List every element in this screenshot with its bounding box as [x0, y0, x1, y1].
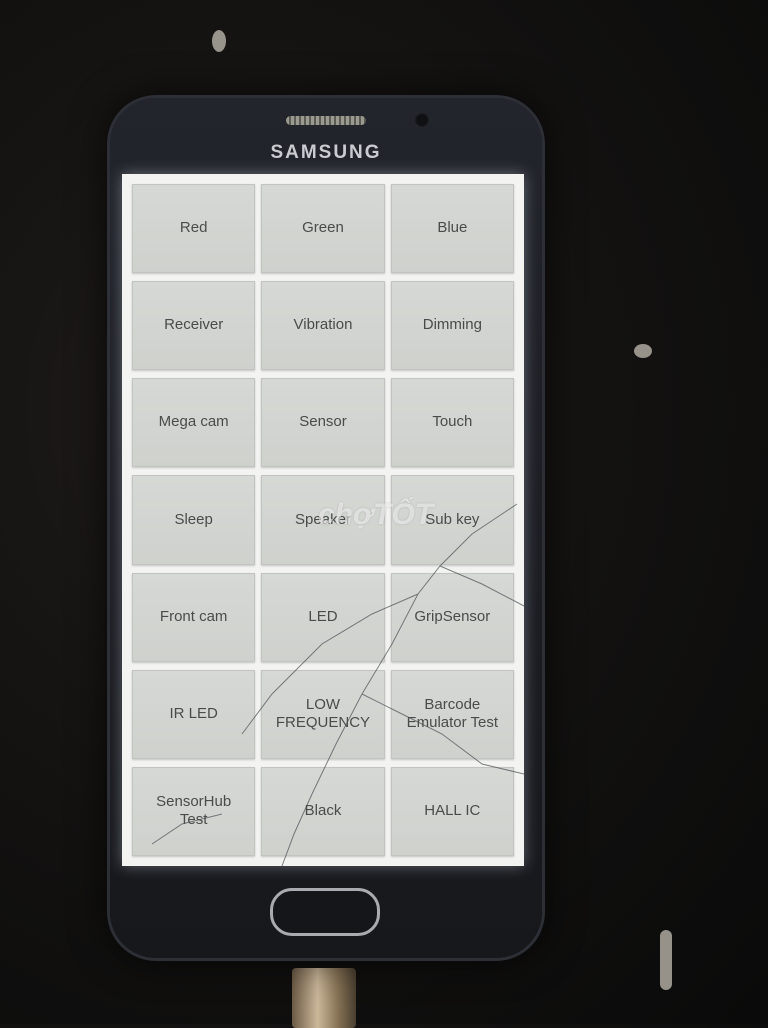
- touch-button[interactable]: Touch: [390, 378, 514, 468]
- receiver-button[interactable]: Receiver: [132, 281, 256, 371]
- led-button[interactable]: LED: [261, 572, 385, 662]
- black-button[interactable]: Black: [261, 766, 385, 856]
- mega-cam-button[interactable]: Mega cam: [132, 378, 256, 468]
- green-button[interactable]: Green: [261, 184, 385, 274]
- watermark: chợTỐT: [318, 498, 434, 531]
- brand-logo: SAMSUNG: [270, 142, 382, 163]
- phone-body: SAMSUNG Red Green Blue Receiver Vibratio…: [110, 98, 542, 958]
- sensor-button[interactable]: Sensor: [261, 378, 385, 468]
- hall-ic-button[interactable]: HALL IC: [390, 766, 514, 856]
- earpiece-speaker: [286, 116, 366, 125]
- vibration-button[interactable]: Vibration: [261, 281, 385, 371]
- ir-led-button[interactable]: IR LED: [132, 669, 256, 759]
- low-frequency-button[interactable]: LOW FREQUENCY: [261, 669, 385, 759]
- dimming-button[interactable]: Dimming: [390, 281, 514, 371]
- barcode-emulator-test-button[interactable]: Barcode Emulator Test: [390, 669, 514, 759]
- charging-cable: [292, 968, 356, 1028]
- sleep-button[interactable]: Sleep: [132, 475, 256, 565]
- blue-button[interactable]: Blue: [390, 184, 514, 274]
- front-cam-button[interactable]: Front cam: [132, 572, 256, 662]
- grip-sensor-button[interactable]: GripSensor: [390, 572, 514, 662]
- home-button[interactable]: [270, 888, 380, 936]
- test-menu-screen: Red Green Blue Receiver Vibration Dimmin…: [122, 174, 524, 866]
- dust-speck: [212, 30, 226, 52]
- red-button[interactable]: Red: [132, 184, 256, 274]
- sensorhub-test-button[interactable]: SensorHub Test: [132, 766, 256, 856]
- front-sensor: [414, 112, 430, 128]
- dust-speck: [634, 344, 652, 358]
- dust-speck: [660, 930, 672, 990]
